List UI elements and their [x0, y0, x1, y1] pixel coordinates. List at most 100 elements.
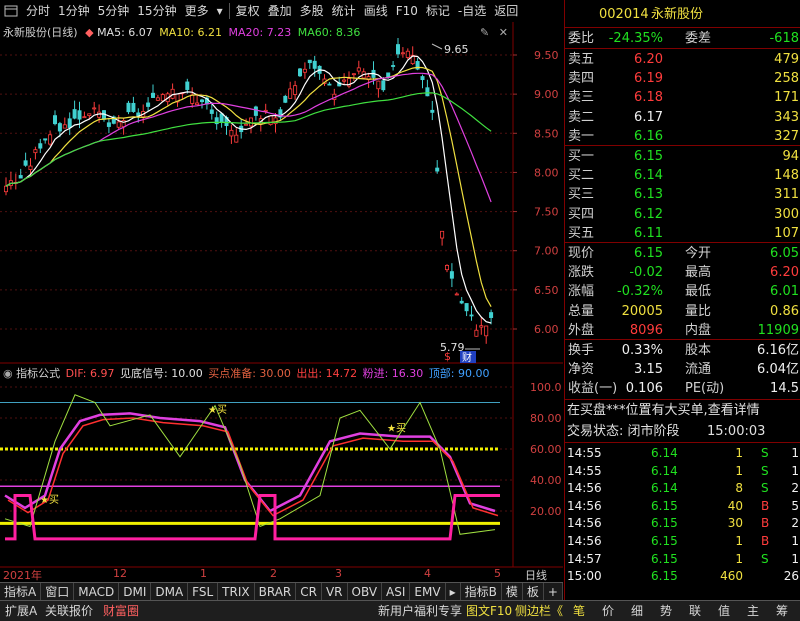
ma10-label: MA10: 6.21 — [159, 26, 222, 39]
scroll-right-icon[interactable]: ▸ — [446, 583, 461, 601]
tab-5min[interactable]: 5分钟 — [94, 0, 134, 22]
settings-icon[interactable]: ✎ — [480, 26, 489, 39]
tab-fenshi[interactable]: 分时 — [22, 0, 54, 22]
zixuan-button[interactable]: -自选 — [454, 0, 490, 22]
biaoji-button[interactable]: 标记 — [422, 0, 454, 22]
row-value: 6.12 — [634, 206, 663, 222]
panel-buttons: 笔价细势联值主筹 — [565, 601, 800, 621]
tab-trix[interactable]: TRIX — [218, 583, 255, 601]
row-value: 20005 — [621, 303, 663, 319]
tick-row: 14:55 6.14 1 S 1 — [565, 462, 800, 481]
period-label[interactable]: 日线 — [525, 567, 547, 583]
tick-price: 6.14 — [651, 463, 678, 478]
tab-indicator-b[interactable]: 指标B — [461, 583, 502, 601]
indicator-tick: 20.00 — [530, 505, 562, 518]
close-icon[interactable]: ✕ — [499, 26, 508, 39]
ma-legend: 永新股份(日线) ◆ MA5: 6.07 MA10: 6.21 MA20: 7.… — [3, 24, 360, 40]
divider — [565, 399, 800, 400]
tick-volume: 1 — [735, 446, 743, 460]
weibi-label: 委比 — [568, 31, 595, 46]
tab-asi[interactable]: ASI — [382, 583, 411, 601]
tab-more[interactable]: 更多 — [181, 0, 213, 22]
tick-time: 14:56 — [567, 534, 602, 548]
weibi-row: 委比 -24.35% 委差 -618 — [565, 29, 800, 48]
diejia-button[interactable]: 叠加 — [264, 0, 296, 22]
stat-row: 换手 0.33% 股本 6.16亿 — [565, 341, 800, 360]
tick-count: 26 — [783, 569, 799, 584]
row-label-2: PE(动) — [685, 381, 725, 397]
tick-time: 14:56 — [567, 498, 602, 513]
tick-price: 6.14 — [651, 481, 678, 496]
sidebar-toggle-button[interactable]: 侧边栏《 — [515, 601, 563, 621]
tongji-button[interactable]: 统计 — [328, 0, 360, 22]
chart-menu-icon[interactable] — [4, 4, 18, 18]
chevron-down-icon[interactable]: ◉ — [3, 367, 13, 380]
panel-tab-button[interactable]: 筹 — [776, 601, 788, 621]
tick-price: 6.15 — [651, 551, 678, 566]
row-value-2: 327 — [774, 128, 799, 144]
tick-price: 6.15 — [651, 569, 678, 584]
panel-tab-button[interactable]: 主 — [747, 601, 759, 621]
tab-1min[interactable]: 1分钟 — [54, 0, 94, 22]
bigorder-notice[interactable]: 在买盘***位置有大买单,查看详情 — [565, 401, 800, 420]
dividend-marker[interactable]: $ — [444, 350, 451, 363]
fanhui-button[interactable]: 返回 — [490, 0, 522, 22]
tab-dma[interactable]: DMA — [151, 583, 189, 601]
f10-button[interactable]: F10 — [392, 0, 422, 22]
huaxian-button[interactable]: 画线 — [360, 0, 392, 22]
tick-direction: S — [761, 446, 769, 460]
bid-row: 买一 6.15 94 — [565, 147, 800, 166]
tab-cr[interactable]: CR — [296, 583, 322, 601]
row-value-2: 6.01 — [770, 284, 799, 300]
price-tick: 6.50 — [534, 284, 559, 297]
tab-fsl[interactable]: FSL — [188, 583, 219, 601]
chart-tools: ✎ ✕ — [480, 26, 508, 39]
tick-time: 14:55 — [567, 446, 602, 460]
fuquan-button[interactable]: 复权 — [232, 0, 264, 22]
panel-tab-button[interactable]: 联 — [689, 601, 701, 621]
chevron-down-icon[interactable]: ◆ — [85, 26, 93, 39]
row-label-2: 内盘 — [685, 322, 712, 338]
row-value-2: 14.5 — [770, 381, 799, 397]
chevron-down-icon[interactable]: ▾ — [213, 0, 227, 22]
tick-price: 6.15 — [651, 534, 678, 548]
panel-tab-button[interactable]: 势 — [660, 601, 672, 621]
duogu-button[interactable]: 多股 — [296, 0, 328, 22]
indicator-title[interactable]: 指标公式 — [16, 367, 60, 380]
tab-obv[interactable]: OBV — [348, 583, 383, 601]
panel-tab-button[interactable]: 细 — [631, 601, 643, 621]
tab-indicator-a[interactable]: 指标A — [0, 583, 42, 601]
tab-vr[interactable]: VR — [322, 583, 348, 601]
tab-dmi[interactable]: DMI — [119, 583, 152, 601]
add-window-button[interactable]: + — [544, 583, 563, 601]
tick-count: 2 — [791, 516, 799, 531]
panel-tab-button[interactable]: 价 — [602, 601, 614, 621]
tab-macd[interactable]: MACD — [74, 583, 120, 601]
expand-a-button[interactable]: 扩展A — [5, 601, 37, 621]
tab-window[interactable]: 窗口 — [41, 583, 75, 601]
f10-graphic-button[interactable]: 图文F10 — [466, 601, 512, 621]
tab-emv[interactable]: EMV — [410, 583, 446, 601]
date-tick: 4 — [424, 567, 431, 580]
related-quote-button[interactable]: 关联报价 — [45, 601, 93, 621]
tab-brar[interactable]: BRAR — [255, 583, 297, 601]
tick-direction: B — [761, 534, 770, 548]
kline-chart[interactable]: 9.65 5.79 $ 财 9.509.008.508.007.507.006.… — [0, 22, 563, 582]
tab-15min[interactable]: 15分钟 — [133, 0, 180, 22]
date-tick: 12 — [113, 567, 127, 580]
ask-row: 卖四 6.19 258 — [565, 69, 800, 88]
panel-tab-button[interactable]: 笔 — [573, 601, 585, 621]
new-user-benefit-link[interactable]: 新用户福利专享 — [378, 601, 462, 621]
tab-board[interactable]: 板 — [523, 583, 544, 601]
tab-template[interactable]: 模 — [502, 583, 523, 601]
panel-tab-button[interactable]: 值 — [718, 601, 730, 621]
row-value-2: 6.20 — [770, 265, 799, 281]
row-label: 卖二 — [568, 109, 595, 125]
divider — [565, 145, 800, 146]
price-tick: 9.50 — [534, 49, 559, 62]
finance-marker[interactable]: 财 — [462, 351, 472, 364]
wealth-circle-button[interactable]: 财富圈 — [103, 601, 139, 621]
stat-row: 现价 6.15 今开 6.05 — [565, 244, 800, 263]
row-label-2: 今开 — [685, 246, 712, 261]
row-label: 卖五 — [568, 52, 595, 67]
